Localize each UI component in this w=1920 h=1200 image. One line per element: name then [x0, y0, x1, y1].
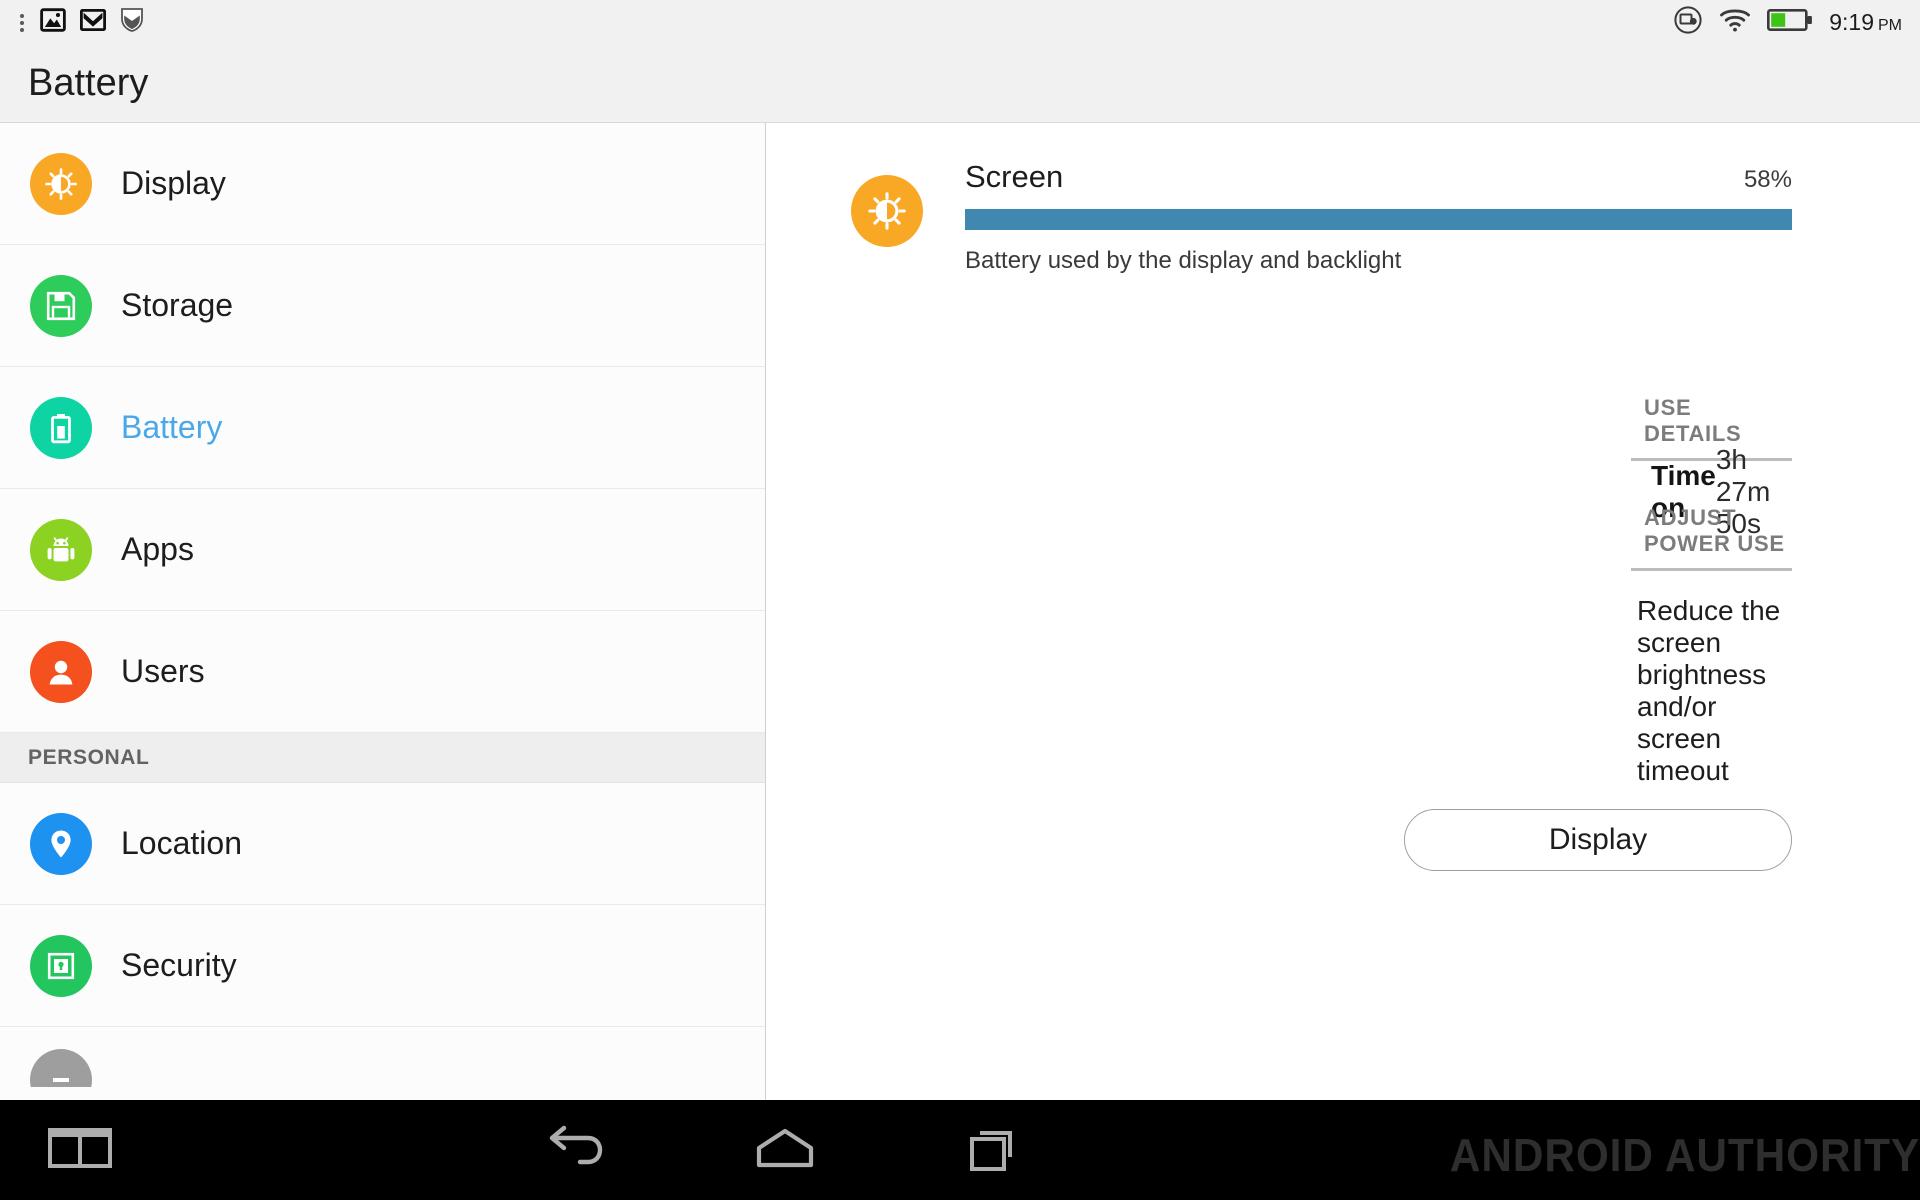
- split-screen-button[interactable]: [20, 1100, 140, 1200]
- home-icon: [754, 1126, 816, 1175]
- recents-button[interactable]: [930, 1100, 1060, 1200]
- use-details-section: USE DETAILS Time on 3h 27m 50s: [1631, 395, 1792, 539]
- map-pin-icon: [30, 812, 92, 875]
- settings-sidebar[interactable]: Display Storage Battery Apps Users PERSO…: [0, 123, 766, 1100]
- back-button[interactable]: [510, 1100, 640, 1200]
- person-icon: [30, 640, 92, 703]
- app-usage-subtitle: Battery used by the display and backligh…: [965, 247, 1402, 274]
- adjust-power-use-section: ADJUST POWER USE Reduce the screen brigh…: [1404, 505, 1792, 871]
- app-battery-percent: 58%: [1743, 166, 1792, 193]
- adjust-power-use-description: Reduce the screen brightness and/or scre…: [1637, 595, 1781, 786]
- sidebar-section-personal: PERSONAL: [0, 733, 765, 783]
- app-title-bar: Battery: [0, 45, 1920, 123]
- app-name: Screen: [965, 159, 1064, 194]
- app-usage-header: Screen 58% Battery used by the display a…: [766, 123, 1920, 275]
- battery-status-icon: [1767, 7, 1813, 38]
- sidebar-item-security[interactable]: Security: [0, 905, 765, 1027]
- status-bar: 9:19 PM: [0, 0, 1920, 45]
- security-shield-notification-icon: [120, 7, 144, 38]
- sidebar-item-users[interactable]: Users: [0, 611, 765, 733]
- status-bar-notifications: [18, 7, 144, 38]
- sidebar-item-apps[interactable]: Apps: [0, 489, 765, 611]
- sidebar-item-location[interactable]: Location: [0, 783, 765, 905]
- status-bar-clock: 9:19 PM: [1829, 9, 1902, 35]
- app-usage-body: Screen 58% Battery used by the display a…: [965, 159, 1792, 275]
- sidebar-item-storage[interactable]: Storage: [0, 245, 765, 367]
- gmail-notification-icon: [79, 8, 107, 36]
- sidebar-item-display[interactable]: Display: [0, 123, 765, 245]
- system-navigation-bar: ANDROID AUTHORITY: [0, 1100, 1920, 1200]
- battery-usage-progress-bar: [965, 209, 1792, 230]
- app-usage-title-row: Screen 58%: [965, 159, 1792, 195]
- back-arrow-icon: [544, 1124, 606, 1177]
- split-screen-icon: [48, 1126, 112, 1175]
- adjust-power-use-title: ADJUST POWER USE: [1644, 505, 1785, 556]
- lock-shield-icon: [30, 934, 92, 997]
- section-label: PERSONAL: [28, 745, 150, 769]
- status-bar-system-icons: 9:19 PM: [1673, 5, 1902, 40]
- recents-icon: [966, 1123, 1024, 1178]
- sidebar-item-battery[interactable]: Battery: [0, 367, 765, 489]
- sidebar-item-label: Apps: [121, 531, 194, 567]
- battery-usage-progress-fill: [965, 209, 1792, 230]
- cast-screen-icon: [1673, 5, 1703, 40]
- battery-detail-panel: Screen 58% Battery used by the display a…: [766, 123, 1920, 1100]
- battery-icon: [30, 396, 92, 459]
- sidebar-item-label: Storage: [121, 287, 234, 323]
- brightness-icon: [30, 152, 92, 215]
- android-robot-icon: [30, 518, 92, 581]
- use-details-title: USE DETAILS: [1644, 395, 1742, 446]
- wifi-icon: [1719, 7, 1751, 38]
- overflow-menu-icon[interactable]: [18, 13, 26, 32]
- generic-settings-icon: [30, 1049, 92, 1087]
- photos-notification-icon: [40, 7, 66, 38]
- sidebar-item-label: Security: [121, 947, 237, 983]
- watermark: ANDROID AUTHORITY: [1449, 1129, 1920, 1181]
- sidebar-item-label: Location: [121, 825, 242, 861]
- brightness-icon: [851, 175, 923, 247]
- sidebar-item-label: Users: [121, 653, 205, 689]
- sidebar-item-label: Display: [121, 165, 226, 201]
- settings-content: Display Storage Battery Apps Users PERSO…: [0, 123, 1920, 1100]
- section-divider: [1631, 568, 1792, 571]
- page-title: Battery: [28, 62, 149, 104]
- adjust-power-use-actions: Display: [1404, 809, 1792, 871]
- sidebar-item-label: Battery: [121, 409, 223, 445]
- home-button[interactable]: [720, 1100, 850, 1200]
- save-disk-icon: [30, 274, 92, 337]
- sidebar-item-partial[interactable]: [0, 1027, 765, 1087]
- display-button[interactable]: Display: [1404, 809, 1792, 871]
